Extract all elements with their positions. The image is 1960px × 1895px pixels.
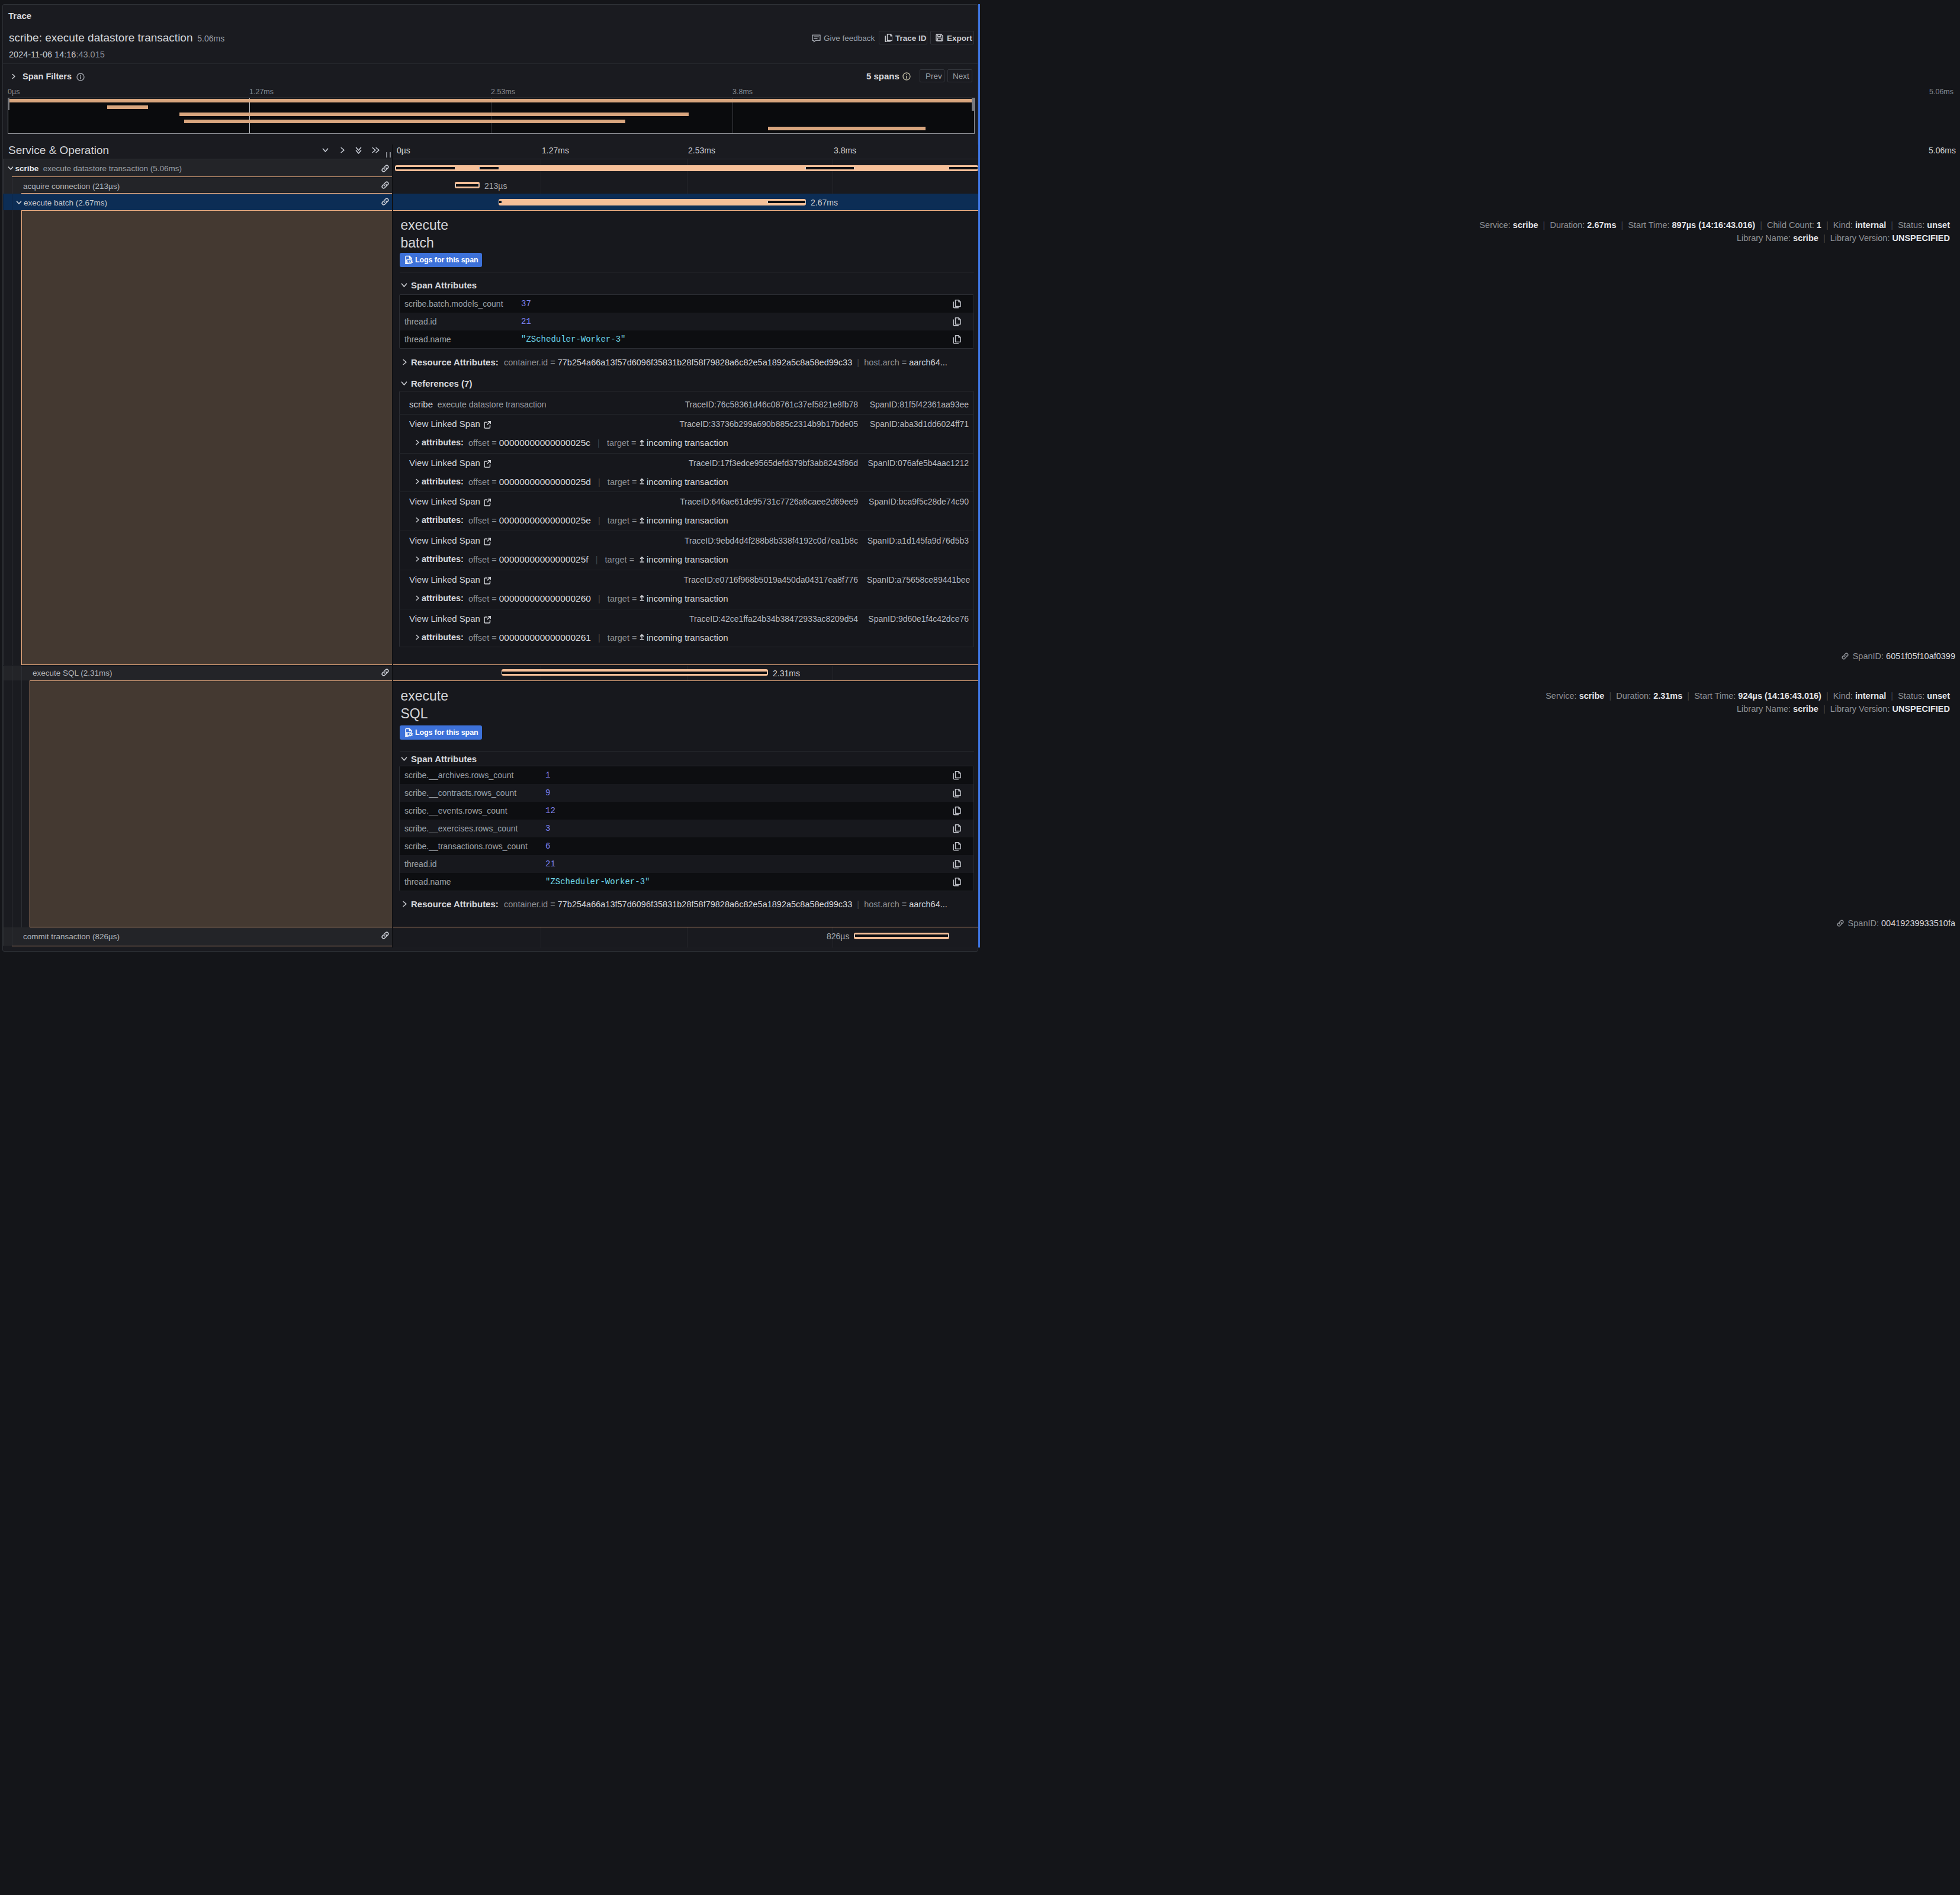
svg-text:LOG: LOG [407,260,413,264]
svg-text:LOG: LOG [407,733,413,736]
